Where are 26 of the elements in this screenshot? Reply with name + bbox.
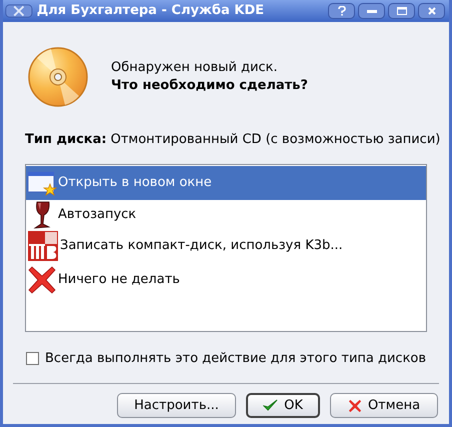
message-text: Обнаружен новый диск. — [111, 59, 279, 77]
checkbox-label: Всегда выполнять это действие для этого типа дисков — [45, 350, 426, 368]
ok-button[interactable]: OK — [246, 393, 320, 418]
close-icon — [428, 7, 436, 15]
question-text: Что необходимо сделать? — [111, 77, 308, 95]
action-item[interactable]: Автозапуск — [26, 200, 426, 230]
action-item[interactable]: Открыть в новом окне — [26, 166, 426, 200]
configure-button[interactable]: Настроить... — [117, 393, 236, 418]
maximize-icon — [396, 7, 406, 15]
window-title: Для Бухгалтера - Служба KDE — [36, 2, 265, 20]
close-button[interactable] — [418, 3, 445, 19]
minimize-icon — [366, 10, 376, 12]
help-button[interactable] — [328, 3, 355, 19]
cross-icon — [27, 264, 57, 294]
k3b-icon — [27, 230, 59, 262]
maximize-button[interactable] — [388, 3, 415, 19]
app-logo-icon[interactable] — [5, 2, 33, 20]
cross-icon — [348, 398, 362, 412]
disk-type-value: Отмонтированный CD (с возможностью записи) — [110, 131, 440, 149]
cd-icon — [27, 46, 89, 108]
disk-type-label: Тип диска: — [25, 131, 107, 149]
checkmark-icon — [263, 399, 278, 412]
checkbox[interactable] — [26, 352, 39, 365]
help-icon — [338, 6, 346, 16]
minimize-button[interactable] — [358, 3, 385, 19]
cancel-button[interactable]: Отмена — [330, 393, 438, 418]
